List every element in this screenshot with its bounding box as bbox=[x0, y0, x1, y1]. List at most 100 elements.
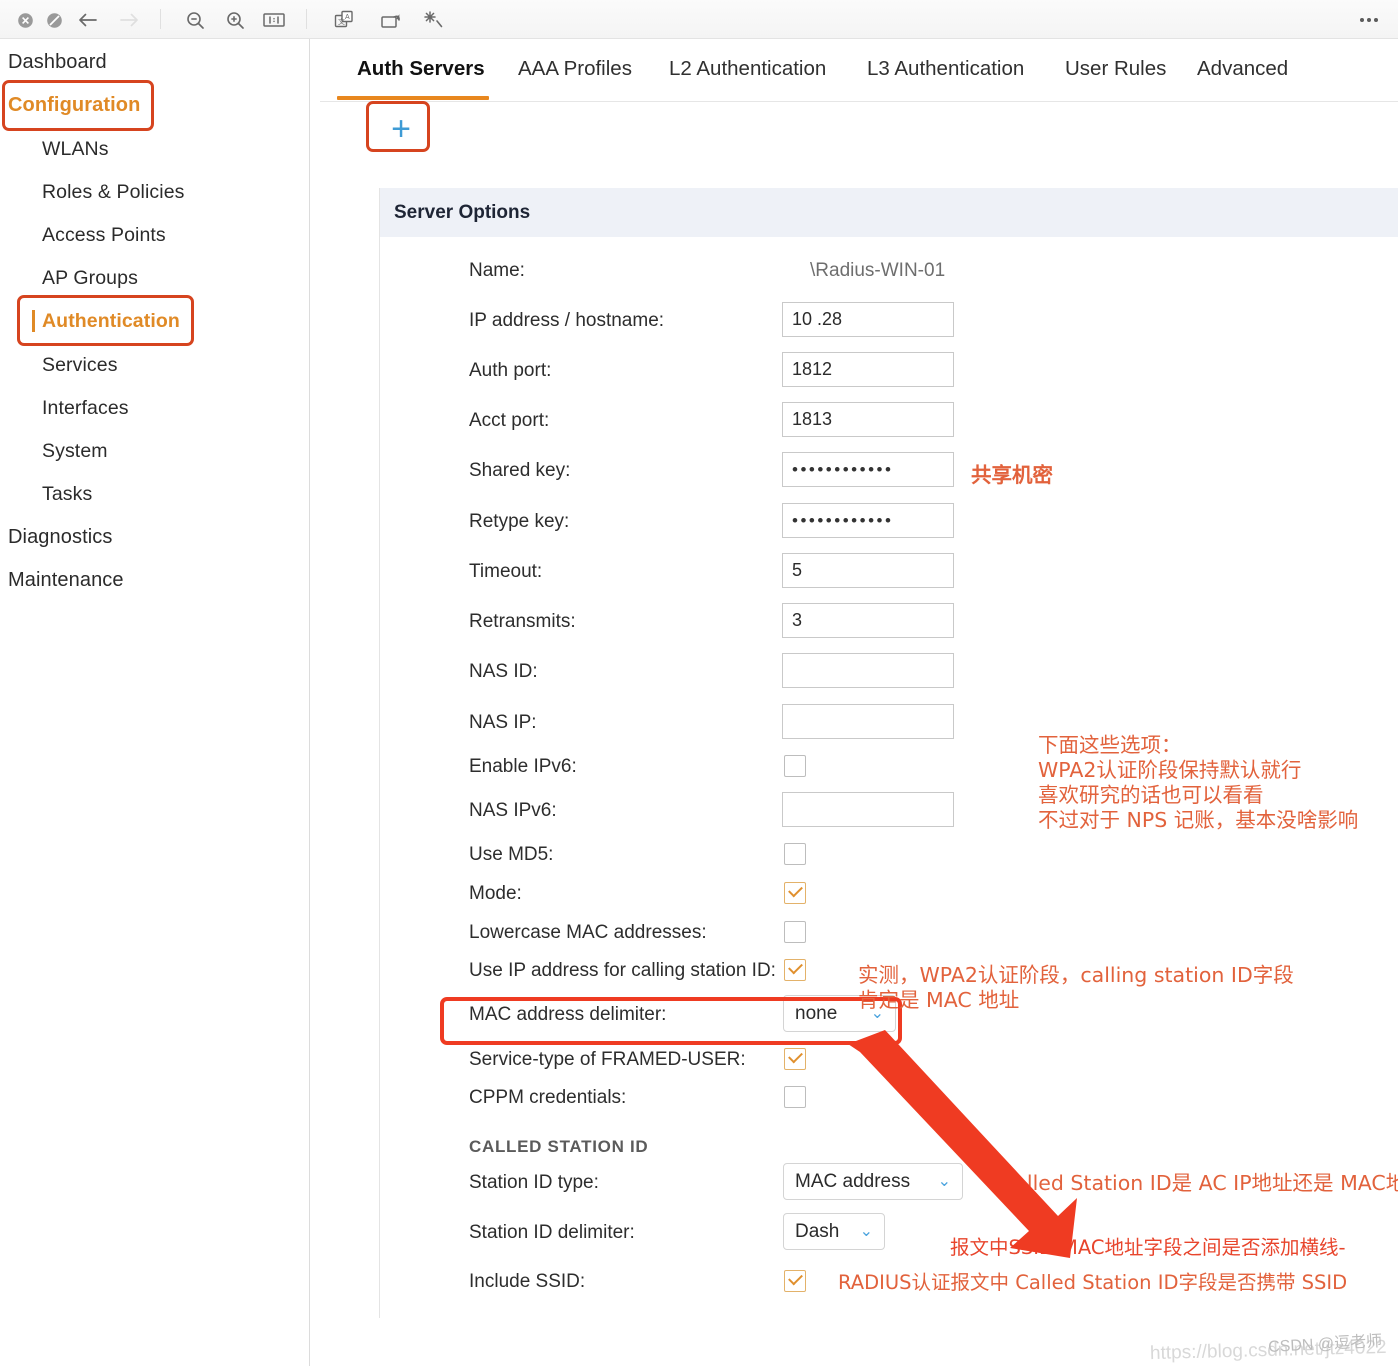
field-label: Name: bbox=[469, 260, 525, 281]
sidebar-item-dashboard[interactable]: Dashboard bbox=[0, 47, 310, 77]
screenshot-root: A文 Dashboard Configuration WLANs Roles &… bbox=[0, 0, 1398, 1366]
select-value: none bbox=[795, 1003, 838, 1024]
use-ip-calling-station-checkbox[interactable] bbox=[784, 959, 806, 981]
translate-icon[interactable]: A文 bbox=[331, 7, 357, 33]
actual-size-icon[interactable] bbox=[261, 7, 287, 33]
name-value: \Radius-WIN-01 bbox=[810, 260, 946, 281]
add-auth-server-button[interactable]: + bbox=[370, 106, 432, 151]
sidebar-item-label: Tasks bbox=[42, 482, 93, 505]
field-row-name: Name: \Radius-WIN-01 bbox=[380, 255, 1398, 287]
viewer-toolbar: A文 bbox=[0, 0, 1398, 39]
acct-port-input[interactable]: 1813 bbox=[782, 402, 954, 437]
zoom-out-icon[interactable] bbox=[182, 7, 208, 33]
nas-id-input[interactable] bbox=[782, 653, 954, 688]
tab-label: L3 Authentication bbox=[867, 57, 1025, 80]
field-label: Shared key: bbox=[469, 460, 571, 481]
sidebar-item-maintenance[interactable]: Maintenance bbox=[0, 565, 310, 595]
sidebar-item-roles-policies[interactable]: Roles & Policies bbox=[0, 177, 310, 207]
retype-key-input[interactable]: •••••••••••• bbox=[782, 503, 954, 538]
annotation-calling-station-line2: 肯定是 MAC 地址 bbox=[858, 988, 1020, 1012]
field-label: Include SSID: bbox=[469, 1271, 586, 1292]
sidebar-item-configuration[interactable]: Configuration bbox=[0, 90, 310, 120]
sidebar-item-label: Roles & Policies bbox=[42, 180, 185, 203]
active-indicator-bar bbox=[32, 310, 35, 332]
rotate-icon[interactable] bbox=[378, 7, 404, 33]
called-station-id-section-title: CALLED STATION ID bbox=[469, 1137, 649, 1156]
sidebar-item-label: Services bbox=[42, 353, 118, 376]
annotation-defaults-line2: WPA2认证阶段保持默认就行 bbox=[1038, 758, 1302, 782]
panel-title: Server Options bbox=[394, 201, 531, 223]
use-md5-checkbox[interactable] bbox=[784, 843, 806, 865]
field-label: Auth port: bbox=[469, 360, 552, 381]
sidebar-item-services[interactable]: Services bbox=[0, 350, 310, 380]
sidebar-item-label: Access Points bbox=[42, 223, 166, 246]
tab-user-rules[interactable]: User Rules bbox=[1065, 57, 1166, 81]
lowercase-mac-checkbox[interactable] bbox=[784, 921, 806, 943]
block-circle-icon[interactable] bbox=[41, 7, 67, 33]
annotation-shared-key: 共享机密 bbox=[971, 463, 1053, 487]
sidebar-item-label: Authentication bbox=[42, 309, 180, 332]
field-label: Enable IPv6: bbox=[469, 756, 577, 777]
nas-ip-input[interactable] bbox=[782, 704, 954, 739]
sidebar-item-label: Maintenance bbox=[8, 568, 124, 591]
tab-l3-authentication[interactable]: L3 Authentication bbox=[867, 57, 1024, 81]
sidebar-item-label: Configuration bbox=[8, 93, 141, 116]
more-options-button[interactable] bbox=[1356, 10, 1382, 30]
tab-aaa-profiles[interactable]: AAA Profiles bbox=[518, 57, 632, 81]
sidebar-item-label: Interfaces bbox=[42, 396, 129, 419]
field-row-timeout: Timeout: 5 bbox=[380, 553, 1398, 588]
field-label: Station ID delimiter: bbox=[469, 1222, 635, 1243]
panel-header: Server Options bbox=[380, 188, 1398, 237]
field-row-nas-ip: NAS IP: bbox=[380, 704, 1398, 739]
tab-advanced[interactable]: Advanced bbox=[1197, 57, 1288, 81]
annotation-defaults-line3: 喜欢研究的话也可以看看 bbox=[1038, 783, 1264, 807]
zoom-in-icon[interactable] bbox=[222, 7, 248, 33]
sidebar-item-label: System bbox=[42, 439, 108, 462]
sidebar-item-wlans[interactable]: WLANs bbox=[0, 134, 310, 164]
sidebar-item-label: Diagnostics bbox=[8, 525, 113, 548]
field-label: NAS IP: bbox=[469, 712, 537, 733]
enable-ipv6-checkbox[interactable] bbox=[784, 755, 806, 777]
mode-checkbox[interactable] bbox=[784, 882, 806, 904]
back-arrow-icon[interactable] bbox=[75, 7, 101, 33]
close-circle-icon[interactable] bbox=[12, 7, 38, 33]
sidebar-item-access-points[interactable]: Access Points bbox=[0, 220, 310, 250]
cppm-credentials-checkbox[interactable] bbox=[784, 1086, 806, 1108]
field-row-retransmits: Retransmits: 3 bbox=[380, 603, 1398, 638]
nas-ipv6-input[interactable] bbox=[782, 792, 954, 827]
field-label: CPPM credentials: bbox=[469, 1087, 627, 1108]
include-ssid-checkbox[interactable] bbox=[784, 1270, 806, 1292]
field-row-nas-id: NAS ID: bbox=[380, 653, 1398, 688]
tab-auth-servers[interactable]: Auth Servers bbox=[357, 57, 485, 81]
sidebar-item-interfaces[interactable]: Interfaces bbox=[0, 393, 310, 423]
sidebar-item-ap-groups[interactable]: AP Groups bbox=[0, 263, 310, 293]
field-label: NAS IPv6: bbox=[469, 800, 557, 821]
field-row-auth-port: Auth port: 1812 bbox=[380, 352, 1398, 387]
shared-key-input[interactable]: •••••••••••• bbox=[782, 452, 954, 487]
field-label: Timeout: bbox=[469, 561, 543, 582]
tab-divider bbox=[320, 101, 1398, 102]
sidebar-item-system[interactable]: System bbox=[0, 436, 310, 466]
tab-label: User Rules bbox=[1065, 57, 1167, 80]
tab-bar: Auth Servers AAA Profiles L2 Authenticat… bbox=[311, 39, 1398, 102]
annotation-arrow bbox=[848, 1030, 1077, 1258]
field-row-shared-key: Shared key: •••••••••••• bbox=[380, 452, 1398, 487]
field-label: MAC address delimiter: bbox=[469, 1004, 667, 1025]
sidebar-item-tasks[interactable]: Tasks bbox=[0, 479, 310, 509]
field-row-ip-address: IP address / hostname: 10 .28 bbox=[380, 302, 1398, 337]
tab-l2-authentication[interactable]: L2 Authentication bbox=[669, 57, 826, 81]
sidebar-item-diagnostics[interactable]: Diagnostics bbox=[0, 522, 310, 552]
active-tab-underline bbox=[337, 96, 489, 100]
timeout-input[interactable]: 5 bbox=[782, 553, 954, 588]
enhance-sparkle-icon[interactable] bbox=[420, 7, 446, 33]
field-label: Retransmits: bbox=[469, 611, 576, 632]
sidebar-item-authentication[interactable]: Authentication bbox=[0, 306, 310, 336]
ip-address-input[interactable]: 10 .28 bbox=[782, 302, 954, 337]
auth-port-input[interactable]: 1812 bbox=[782, 352, 954, 387]
field-label: IP address / hostname: bbox=[469, 310, 665, 331]
field-row-use-md5: Use MD5: bbox=[380, 839, 1398, 871]
svg-text:A: A bbox=[345, 14, 350, 21]
retransmits-input[interactable]: 3 bbox=[782, 603, 954, 638]
field-label: Use IP address for calling station ID: bbox=[469, 960, 776, 981]
service-type-framed-user-checkbox[interactable] bbox=[784, 1048, 806, 1070]
